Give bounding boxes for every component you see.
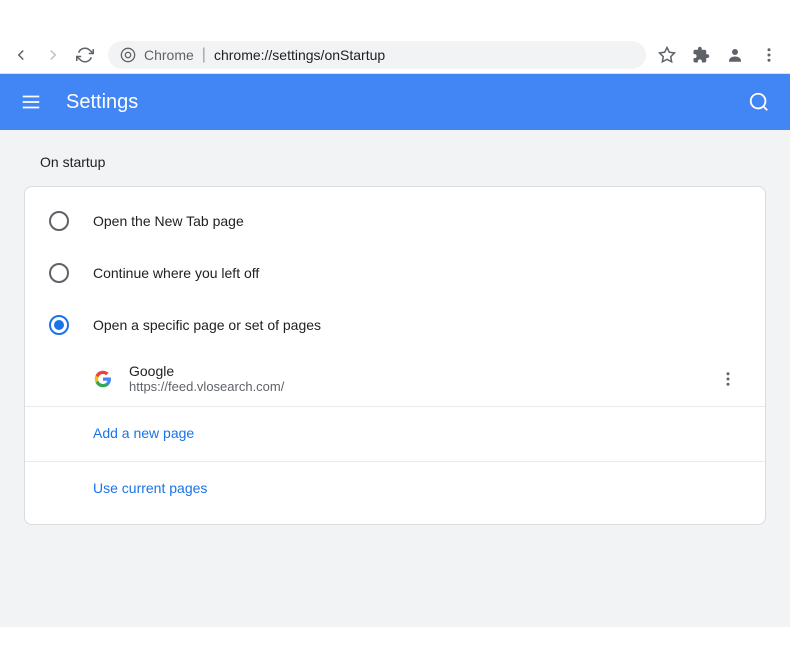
- add-page-row[interactable]: Add a new page: [25, 406, 765, 461]
- back-button[interactable]: [12, 46, 32, 64]
- startup-page-row: Google https://feed.vlosearch.com/: [25, 351, 765, 406]
- radio-option-specific-pages[interactable]: Open a specific page or set of pages: [25, 299, 765, 351]
- google-favicon-icon: [93, 369, 113, 389]
- radio-label: Open the New Tab page: [93, 213, 244, 229]
- address-bar[interactable]: Chrome | chrome://settings/onStartup: [108, 41, 646, 69]
- search-icon[interactable]: [748, 91, 770, 113]
- bookmark-star-icon[interactable]: [658, 46, 676, 64]
- page-url: https://feed.vlosearch.com/: [129, 379, 699, 394]
- startup-card: Open the New Tab page Continue where you…: [24, 186, 766, 525]
- hamburger-menu-icon[interactable]: [20, 91, 42, 113]
- radio-label: Continue where you left off: [93, 265, 259, 281]
- menu-dots-icon[interactable]: [760, 46, 778, 64]
- settings-content: On startup Open the New Tab page Continu…: [0, 130, 790, 627]
- more-options-icon[interactable]: [715, 366, 741, 392]
- radio-label: Open a specific page or set of pages: [93, 317, 321, 333]
- browser-toolbar: Chrome | chrome://settings/onStartup: [0, 36, 790, 74]
- page-title: Settings: [66, 91, 748, 114]
- url-prefix: Chrome: [144, 47, 194, 63]
- radio-option-new-tab[interactable]: Open the New Tab page: [25, 195, 765, 247]
- forward-button[interactable]: [44, 46, 64, 64]
- section-title: On startup: [24, 154, 766, 170]
- radio-option-continue[interactable]: Continue where you left off: [25, 247, 765, 299]
- url-divider: |: [202, 46, 206, 64]
- radio-icon: [49, 263, 69, 283]
- page-info: Google https://feed.vlosearch.com/: [129, 363, 699, 394]
- chrome-site-icon: [120, 47, 136, 63]
- add-page-link: Add a new page: [93, 425, 194, 441]
- use-current-link: Use current pages: [93, 480, 207, 496]
- radio-icon: [49, 315, 69, 335]
- use-current-row[interactable]: Use current pages: [25, 461, 765, 516]
- radio-icon: [49, 211, 69, 231]
- profile-icon[interactable]: [726, 46, 744, 64]
- reload-button[interactable]: [76, 46, 96, 64]
- url-path: chrome://settings/onStartup: [214, 47, 385, 63]
- page-name: Google: [129, 363, 699, 379]
- settings-header: Settings: [0, 74, 790, 130]
- extensions-icon[interactable]: [692, 46, 710, 64]
